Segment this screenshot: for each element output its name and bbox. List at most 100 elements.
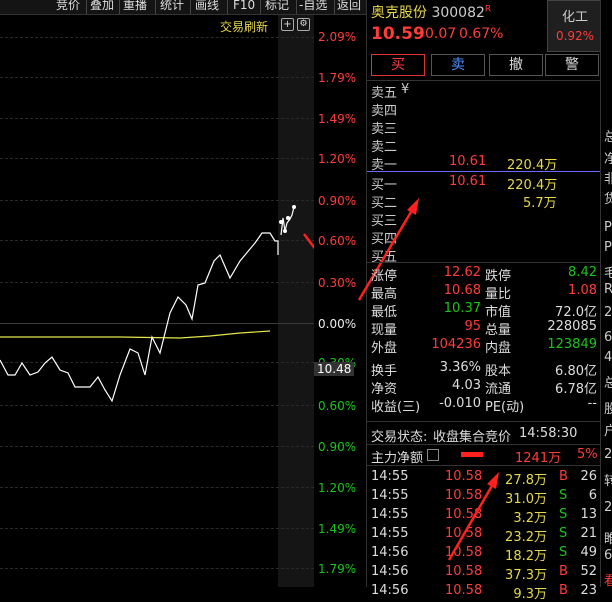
stat-label: 总量 <box>485 323 512 338</box>
main-flow-pct: 5% <box>577 447 598 462</box>
stock-code: 300082 <box>431 5 485 21</box>
main-flow-label: 主力净额 <box>371 451 424 466</box>
tick-side: B <box>559 469 568 484</box>
tick-side: B <box>559 583 568 598</box>
clipped-panel-char: 总 <box>604 372 612 391</box>
trade-status-label: 交易状态: <box>371 430 428 445</box>
clipped-panel-char: 4 <box>604 350 612 365</box>
quote-panel: 奥克股份 300082R 10.59 0.07 0.67% 化工 0.92% 买… <box>357 0 603 602</box>
stat-value: 3.36% <box>439 360 481 375</box>
toolbar: 竞价 叠加 重播 统计 画线 F10 标记 -自选 返回 <box>0 0 366 15</box>
toolbar-draw-button[interactable]: 画线 <box>195 0 219 13</box>
stat-label: 现量 <box>371 323 398 338</box>
clipped-panel-char: P <box>604 240 612 255</box>
clipped-panel-char: 毛 <box>604 262 612 281</box>
stat-label: 涨停 <box>371 269 398 284</box>
clipped-panel-char: 2 <box>604 447 612 462</box>
clipped-panel-char: 货 <box>604 188 612 207</box>
price-dot <box>292 205 296 209</box>
tick-time: 14:55 <box>371 488 409 503</box>
toolbar-divider <box>190 0 191 14</box>
clipped-panel-char: 2 <box>604 305 612 320</box>
stat-label: 跌停 <box>485 269 512 284</box>
trade-status-value: 收盘集合竞价 <box>433 430 512 445</box>
bid-1-price: 10.61 <box>449 174 487 189</box>
clipped-panel-char: 净 <box>604 148 612 167</box>
tick-side: B <box>559 564 568 579</box>
stat-label: PE(动) <box>485 400 525 415</box>
tick-count: 23 <box>580 583 597 598</box>
sector-pct: 0.92% <box>555 29 595 43</box>
main-flow-bar <box>461 452 483 457</box>
sector-name: 化工 <box>561 10 588 25</box>
clipped-panel-char: 6 <box>604 330 612 345</box>
clipped-panel-char: 睢 <box>604 528 612 547</box>
stat-value: -- <box>587 396 597 411</box>
toolbar-divider <box>119 0 120 14</box>
price-dot <box>283 229 287 233</box>
toolbar-auction-button[interactable]: 竞价 <box>56 0 80 13</box>
price-dot <box>279 220 283 224</box>
tick-time: 14:55 <box>371 526 409 541</box>
stat-label: 收益(三) <box>371 400 421 415</box>
average-price-line <box>0 330 271 339</box>
stat-value: 10.68 <box>443 283 481 298</box>
toolbar-divider <box>86 0 87 14</box>
alert-button[interactable]: 警 <box>545 54 599 76</box>
clipped-panel-char: 股 <box>604 398 612 417</box>
tick-time: 14:56 <box>371 583 409 598</box>
clipped-panel-char: 看 <box>604 570 612 587</box>
intraday-chart[interactable]: 交易刷新 + ⚙ 2.09% 1.79% 1.49% 1.20% 0.90% 0… <box>0 15 366 587</box>
stat-value: 72.0亿 <box>555 305 597 320</box>
sector-badge[interactable]: 化工 0.92% <box>547 0 603 52</box>
toolbar-stats-button[interactable]: 统计 <box>160 0 184 13</box>
price-line <box>0 232 279 403</box>
tick-side: S <box>559 545 568 560</box>
toolbar-overlay-button[interactable]: 叠加 <box>90 0 114 13</box>
clipped-panel-char: 转 <box>604 470 612 489</box>
stat-value: 228085 <box>547 319 597 334</box>
stat-value: 8.42 <box>568 265 597 280</box>
cancel-button[interactable]: 撤 <box>489 54 543 76</box>
clipped-panel-char: 户 <box>604 420 612 439</box>
stat-value: -0.010 <box>439 396 481 411</box>
price-line-svg <box>0 205 314 403</box>
clipped-panel-char: 6 <box>604 548 612 563</box>
clipped-panel-char: 2 <box>604 500 612 515</box>
sell-button[interactable]: 卖 <box>431 54 485 76</box>
toolbar-divider <box>155 0 156 14</box>
main-flow-value: 1241万 <box>515 451 562 466</box>
toolbar-divider <box>227 0 228 14</box>
stat-value: 6.80亿 <box>555 364 597 379</box>
toolbar-f10-button[interactable]: F10 <box>233 0 255 13</box>
tick-price: 10.58 <box>445 583 483 598</box>
stock-flag: R <box>484 4 492 15</box>
stat-value: 1.08 <box>568 283 597 298</box>
price-dot <box>286 216 290 220</box>
stat-value: 95 <box>464 319 481 334</box>
tick-count: 6 <box>588 488 597 503</box>
tick-time: 14:55 <box>371 507 409 522</box>
stat-label: 股本 <box>485 364 512 379</box>
stat-value: 123849 <box>547 337 597 352</box>
stat-value: 6.78亿 <box>555 382 597 397</box>
toolbar-divider <box>296 0 297 14</box>
clipped-panel-char: P <box>604 220 612 235</box>
ask-1-price: 10.61 <box>449 154 487 169</box>
stat-value: 10.37 <box>443 301 481 316</box>
toolbar-mark-button[interactable]: 标记 <box>265 0 289 13</box>
trade-status-time: 14:58:30 <box>519 426 578 441</box>
toolbar-replay-button[interactable]: 重播 <box>123 0 147 13</box>
tick-count: 49 <box>580 545 597 560</box>
stat-label: 外盘 <box>371 341 398 356</box>
tick-side: S <box>559 526 568 541</box>
stat-label: 换手 <box>371 364 398 379</box>
annotation-arrow-svg <box>447 472 499 561</box>
right-clipped-panel: 总净非货PP毛R264总股户2转2睢6看 <box>600 0 612 587</box>
stat-label: 市值 <box>485 305 512 320</box>
toolbar-divider <box>260 0 261 14</box>
stat-value: 12.62 <box>443 265 481 280</box>
tick-count: 13 <box>580 507 597 522</box>
tick-time: 14:56 <box>371 545 409 560</box>
tick-vol: 9.3万 <box>513 587 547 602</box>
